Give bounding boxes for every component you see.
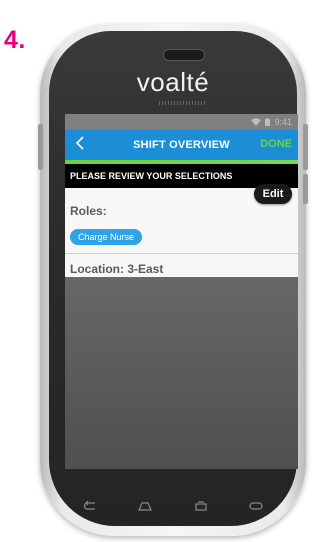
done-button[interactable]: DONE (260, 138, 292, 150)
screen: 9:41 SHIFT OVERVIEW DONE PLEASE REVIEW Y… (65, 114, 298, 469)
handheld-device: voalté 9:41 SHIFT OVERVIEW DONE PLEASE R… (38, 24, 308, 536)
side-button-right-lower[interactable] (303, 174, 308, 204)
device-face: voalté 9:41 SHIFT OVERVIEW DONE PLEASE R… (49, 31, 298, 526)
navigation-bar (62, 492, 284, 520)
location-label: Location: 3-East (70, 262, 164, 276)
app-bar: SHIFT OVERVIEW DONE (65, 130, 298, 160)
status-bar: 9:41 (65, 114, 298, 130)
earpiece (163, 49, 205, 61)
battery-icon (265, 118, 271, 126)
brand-logo: voalté (136, 67, 210, 97)
roles-label: Roles: (70, 204, 107, 218)
recent-apps-icon[interactable] (186, 496, 216, 516)
step-number: 4. (4, 26, 26, 54)
divider (65, 253, 298, 254)
side-button-left[interactable] (38, 124, 43, 170)
back-arrow-icon[interactable] (75, 496, 105, 516)
speaker-grille (159, 101, 207, 105)
side-button-right-upper[interactable] (303, 124, 308, 170)
role-chip: Charge Nurse (70, 229, 143, 245)
home-icon[interactable] (130, 496, 160, 516)
status-time: 9:41 (274, 117, 292, 127)
menu-icon[interactable] (241, 496, 271, 516)
edit-button[interactable]: Edit (254, 184, 292, 204)
wifi-icon (251, 118, 262, 126)
